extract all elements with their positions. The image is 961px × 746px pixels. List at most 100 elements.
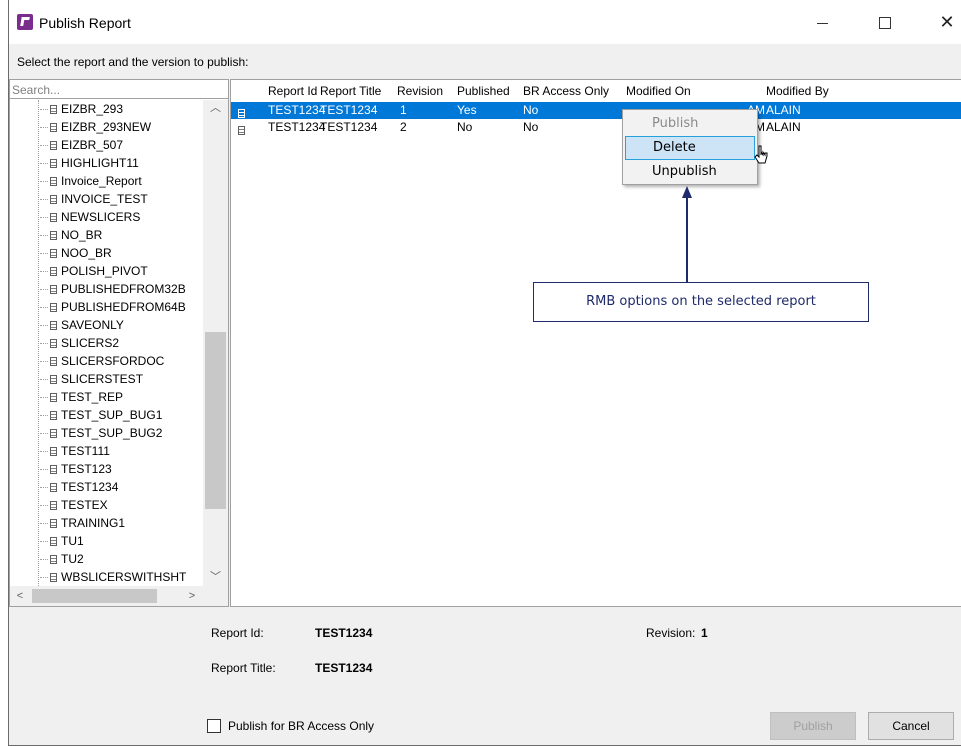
context-menu-delete[interactable]: Delete: [625, 136, 755, 160]
tree-connector: [40, 415, 48, 417]
tree-connector: [40, 451, 48, 453]
title-bar: Publish Report ✕: [9, 0, 961, 44]
tree-item-label: Invoice_Report: [61, 174, 142, 188]
tree-item[interactable]: EIZBR_293: [40, 100, 123, 118]
tree-connector: [40, 487, 48, 489]
tree-connector: [38, 100, 39, 586]
table-row[interactable]: TEST1234 TEST1234 1 Yes No AM ALAIN: [231, 102, 961, 119]
context-menu-publish[interactable]: Publish: [625, 112, 755, 136]
tree-item[interactable]: NEWSLICERS: [40, 208, 140, 226]
tree-connector: [40, 181, 48, 183]
cell-report-title: TEST1234: [320, 120, 378, 134]
tree-item[interactable]: TRAINING1: [40, 514, 125, 532]
cancel-button[interactable]: Cancel: [868, 712, 954, 740]
cell-published: Yes: [457, 103, 477, 117]
search-input[interactable]: Search...: [10, 80, 228, 99]
report-doc-icon: [50, 465, 57, 475]
context-menu: Publish Delete Unpublish: [622, 109, 758, 185]
tree-item[interactable]: PUBLISHEDFROM64B: [40, 298, 186, 316]
tree-item[interactable]: Invoice_Report: [40, 172, 142, 190]
tree-horizontal-scrollbar[interactable]: < >: [10, 586, 228, 606]
context-menu-unpublish[interactable]: Unpublish: [625, 160, 755, 184]
tree-item-label: TRAINING1: [61, 516, 126, 530]
tree-item[interactable]: SLICERS2: [40, 334, 119, 352]
tree-connector: [40, 541, 48, 543]
column-modified-by[interactable]: Modified By: [766, 80, 829, 100]
tree-item[interactable]: SLICERSFORDOC: [40, 352, 164, 370]
report-doc-icon: [50, 105, 57, 115]
tree-item-label: TEST123: [61, 462, 112, 476]
revision-label: Revision:: [646, 626, 696, 640]
publish-button[interactable]: Publish: [770, 712, 856, 740]
tree-item[interactable]: TEST111: [40, 442, 110, 460]
scroll-right-icon[interactable]: >: [182, 586, 202, 606]
callout-arrow-icon: [682, 186, 692, 282]
tree-item[interactable]: TEST1234: [40, 478, 118, 496]
tree-item[interactable]: TEST_SUP_BUG2: [40, 424, 162, 442]
tree-item[interactable]: PUBLISHEDFROM32B: [40, 280, 186, 298]
tree-item[interactable]: TEST_REP: [40, 388, 123, 406]
close-button[interactable]: ✕: [924, 6, 961, 38]
publish-report-window: Publish Report ✕ Select the report and t…: [8, 0, 961, 746]
tree-connector: [40, 523, 48, 525]
column-report-title[interactable]: Report Title: [320, 80, 381, 100]
report-id-label: Report Id:: [211, 626, 264, 640]
tree-item[interactable]: HIGHLIGHT11: [40, 154, 139, 172]
column-modified-on[interactable]: Modified On: [626, 80, 691, 100]
tree-item[interactable]: INVOICE_TEST: [40, 190, 148, 208]
cell-modified-by: ALAIN: [766, 120, 801, 134]
table-row[interactable]: TEST1234 TEST1234 2 No No PM ALAIN: [231, 119, 961, 136]
scroll-up-icon[interactable]: ︿: [203, 100, 228, 117]
cell-revision: 1: [400, 103, 407, 117]
maximize-button[interactable]: [862, 6, 908, 38]
minimize-button[interactable]: [799, 6, 845, 38]
report-title-value: TEST1234: [315, 661, 373, 675]
br-access-only-checkbox[interactable]: [207, 719, 221, 733]
report-doc-icon: [50, 213, 57, 223]
tree-item-label: PUBLISHEDFROM64B: [61, 300, 186, 314]
column-published[interactable]: Published: [457, 80, 510, 100]
report-doc-icon: [50, 321, 57, 331]
report-doc-icon: [238, 106, 249, 120]
tree-item[interactable]: TU2: [40, 550, 84, 568]
tree-item[interactable]: TU1: [40, 532, 84, 550]
tree-item-label: TEST_REP: [61, 390, 124, 404]
tree-item[interactable]: WBSLICERSWITHSHT: [40, 568, 186, 586]
tree-connector: [40, 235, 48, 237]
column-br-access-only[interactable]: BR Access Only: [523, 80, 609, 100]
tree-item[interactable]: SAVEONLY: [40, 316, 124, 334]
column-report-id[interactable]: Report Id: [268, 80, 317, 100]
tree-item[interactable]: TEST123: [40, 460, 112, 478]
tree-item-label: TEST1234: [61, 480, 119, 494]
cell-revision: 2: [400, 120, 407, 134]
report-tree: EIZBR_293 EIZBR_293NEW EIZBR_507 HIGHLIGHT1…: [10, 100, 203, 586]
scroll-thumb[interactable]: [205, 332, 226, 509]
tree-item[interactable]: NOO_BR: [40, 244, 112, 262]
tree-item[interactable]: TESTEX: [40, 496, 108, 514]
tree-item[interactable]: EIZBR_293NEW: [40, 118, 151, 136]
tree-item[interactable]: SLICERSTEST: [40, 370, 143, 388]
br-access-only-label[interactable]: Publish for BR Access Only: [228, 719, 374, 733]
cell-published: No: [457, 120, 473, 134]
tree-item[interactable]: TEST_SUP_BUG1: [40, 406, 162, 424]
tree-item[interactable]: NO_BR: [40, 226, 102, 244]
cell-report-title: TEST1234: [320, 103, 378, 117]
tree-connector: [40, 289, 48, 291]
revisions-grid: Report Id Report Title Revision Publishe…: [230, 79, 961, 607]
tree-vertical-scrollbar[interactable]: ︿ ﹀: [203, 100, 228, 586]
tree-item[interactable]: EIZBR_507: [40, 136, 123, 154]
tree-connector: [40, 145, 48, 147]
tree-item[interactable]: POLISH_PIVOT: [40, 262, 148, 280]
scroll-down-icon[interactable]: ﹀: [203, 569, 228, 586]
tree-item-label: NO_BR: [61, 228, 103, 242]
report-doc-icon: [50, 267, 57, 277]
scroll-thumb-horizontal[interactable]: [32, 589, 157, 603]
tree-connector: [40, 505, 48, 507]
column-revision[interactable]: Revision: [397, 80, 443, 100]
report-doc-icon: [50, 285, 57, 295]
cell-br-access-only: No: [523, 120, 539, 134]
scroll-left-icon[interactable]: <: [10, 586, 30, 606]
tree-connector: [40, 307, 48, 309]
tree-item-label: SLICERSTEST: [61, 372, 144, 386]
report-doc-icon: [50, 177, 57, 187]
